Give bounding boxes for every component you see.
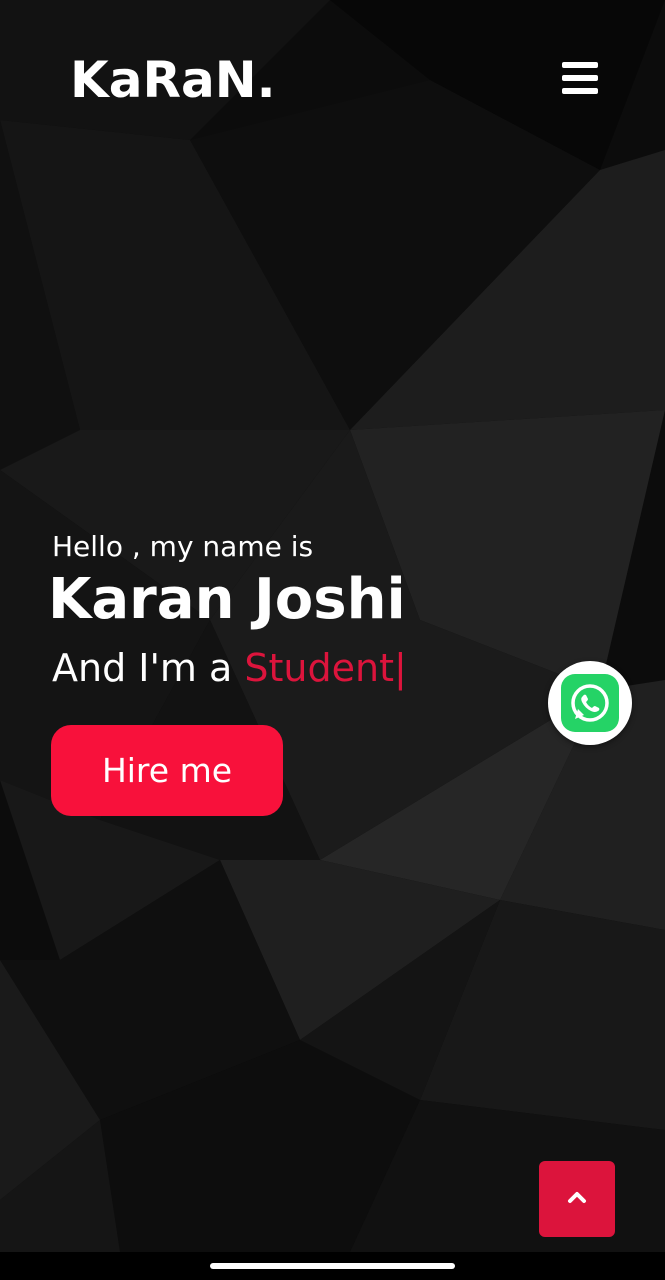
role-prefix: And I'm a xyxy=(52,646,245,690)
scroll-to-top-button[interactable] xyxy=(539,1161,615,1237)
role-typed-text: Student xyxy=(244,646,394,690)
whatsapp-button[interactable] xyxy=(548,661,632,745)
menu-line xyxy=(562,75,598,81)
greeting-text: Hello , my name is xyxy=(52,530,314,563)
chevron-up-icon xyxy=(568,1192,586,1203)
hire-me-button[interactable]: Hire me xyxy=(51,725,283,816)
hamburger-menu-icon[interactable] xyxy=(558,58,602,98)
menu-line xyxy=(562,88,598,94)
menu-line xyxy=(562,62,598,68)
role-line: And I'm a Student| xyxy=(52,643,407,693)
typing-cursor: | xyxy=(394,646,407,690)
home-indicator[interactable] xyxy=(210,1263,455,1269)
low-poly-background xyxy=(0,0,665,1280)
home-page: KaRaN. Hello , my name is Karan Joshi An… xyxy=(0,0,665,1280)
whatsapp-icon xyxy=(561,674,619,732)
brand-logo[interactable]: KaRaN. xyxy=(70,50,276,110)
hero-name: Karan Joshi xyxy=(48,567,406,632)
